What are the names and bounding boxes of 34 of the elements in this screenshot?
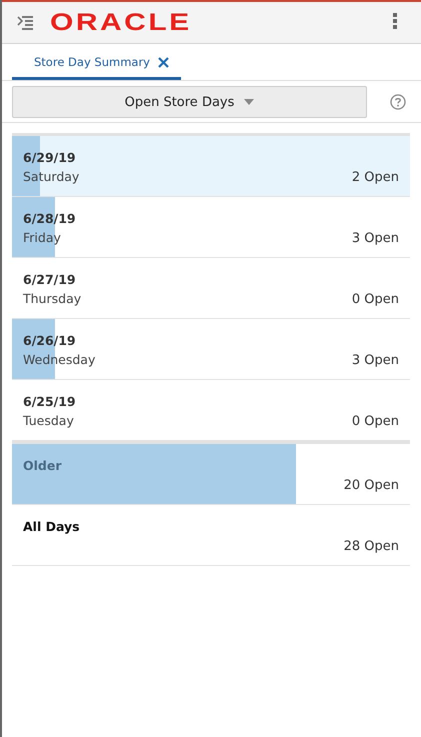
list-row[interactable]: Older 20 Open: [12, 444, 410, 505]
open-count: 0 Open: [352, 292, 399, 307]
filter-dropdown[interactable]: Open Store Days: [12, 86, 367, 118]
more-options-icon[interactable]: [393, 12, 397, 28]
tab[interactable]: Store Day Summary: [12, 47, 181, 80]
menu-icon[interactable]: [17, 16, 33, 30]
caret-icon: [244, 99, 254, 105]
help-icon[interactable]: [390, 94, 406, 110]
open-count: 20 Open: [344, 478, 399, 493]
weekday-label: Tuesday: [23, 413, 75, 428]
weekday-label: Friday: [23, 230, 62, 245]
open-count: 3 Open: [352, 353, 399, 368]
date-label: 6/26/19: [23, 333, 77, 348]
weekday-label: Saturday: [23, 169, 80, 184]
weekday-label: Thursday: [23, 291, 82, 306]
open-count: 2 Open: [352, 170, 399, 185]
group-label: Older: [23, 458, 62, 473]
list-row[interactable]: 6/28/19 Friday 3 Open: [12, 197, 410, 258]
open-count: 0 Open: [352, 414, 399, 429]
list-row[interactable]: 6/26/19 Wednesday 3 Open: [12, 319, 410, 380]
list-row[interactable]: 6/25/19 Tuesday 0 Open: [12, 380, 410, 441]
open-count: 3 Open: [352, 231, 399, 246]
list-row[interactable]: All Days 28 Open: [12, 505, 410, 566]
group-label: All Days: [23, 519, 80, 534]
date-label: 6/29/19: [23, 150, 77, 165]
weekday-label: Wednesday: [23, 352, 96, 367]
open-count: 28 Open: [344, 539, 399, 554]
date-label: 6/27/19: [23, 272, 77, 287]
date-label: 6/28/19: [23, 211, 76, 226]
list-row[interactable]: 6/29/19 Saturday 2 Open: [12, 136, 410, 197]
date-label: 6/25/19: [23, 394, 76, 409]
oracle-logo: ORACLE: [50, 8, 192, 36]
list-row[interactable]: 6/27/19 Thursday 0 Open: [12, 258, 410, 319]
close-icon[interactable]: [158, 56, 169, 68]
